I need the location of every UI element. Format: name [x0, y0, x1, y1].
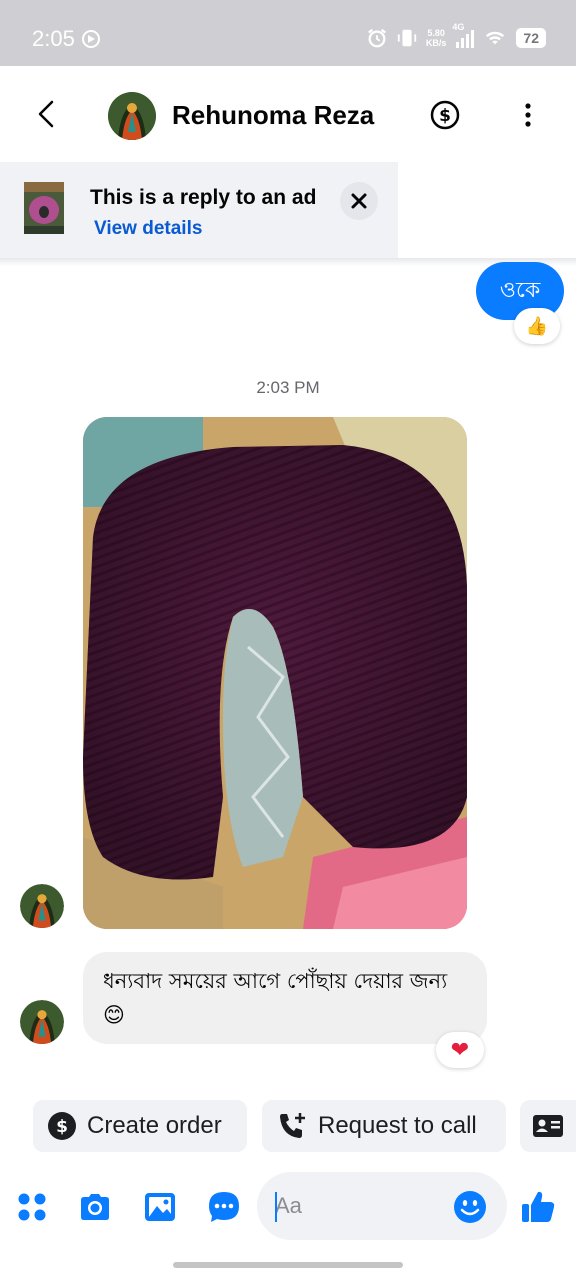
contact-card-chip[interactable]: [520, 1100, 576, 1152]
alarm-icon: [367, 28, 386, 48]
status-bar: 2:05 5.80 KB/s 4G 72: [0, 0, 576, 66]
sender-avatar[interactable]: [20, 884, 64, 928]
create-order-label: Create order: [87, 1112, 222, 1139]
battery-indicator: 72: [516, 28, 546, 48]
ad-banner-title: This is a reply to an ad: [90, 186, 317, 209]
vibrate-icon: [397, 29, 417, 47]
contact-card-icon: [533, 1115, 563, 1137]
signal: 4G: [452, 22, 476, 48]
contact-avatar[interactable]: [108, 92, 156, 140]
gesture-nav-bar[interactable]: [173, 1262, 403, 1268]
heart-reaction[interactable]: ❤: [436, 1032, 484, 1068]
banner-shadow: [0, 258, 576, 266]
svg-text:$: $: [439, 106, 451, 126]
chat-icon[interactable]: [207, 1190, 241, 1224]
like-icon[interactable]: [519, 1188, 557, 1226]
image-icon[interactable]: [143, 1190, 177, 1224]
contact-name[interactable]: Rehunoma Reza: [172, 100, 374, 131]
incoming-message-bubble[interactable]: ধন্যবাদ সময়ের আগে পোঁছায় দেয়ার জন্য 😊: [83, 952, 487, 1044]
emoji-icon[interactable]: [453, 1190, 487, 1224]
heart-icon: ❤: [450, 1037, 470, 1063]
message-timestamp: 2:03 PM: [256, 378, 320, 397]
status-time: 2:05: [32, 26, 75, 51]
wifi-icon: [486, 31, 505, 45]
request-call-label: Request to call: [318, 1112, 477, 1139]
message-input[interactable]: [275, 1172, 445, 1240]
message-input-container[interactable]: [257, 1172, 507, 1240]
cast-icon: [82, 30, 100, 48]
svg-text:$: $: [56, 1117, 68, 1137]
close-icon[interactable]: [340, 182, 378, 220]
request-call-chip[interactable]: Request to call: [262, 1100, 506, 1152]
camera-icon[interactable]: [78, 1190, 112, 1224]
ad-thumbnail[interactable]: [24, 182, 64, 234]
sender-avatar[interactable]: [20, 1000, 64, 1044]
thumbs-up-reaction[interactable]: 👍: [514, 308, 560, 344]
dollar-icon[interactable]: $: [430, 100, 460, 130]
status-icons: 5.80 KB/s 4G 72: [366, 22, 546, 52]
dollar-icon: $: [48, 1112, 76, 1140]
photo-message[interactable]: [83, 417, 467, 929]
phone-plus-icon: [280, 1113, 305, 1138]
more-icon[interactable]: [518, 102, 538, 128]
net-speed: 5.80 KB/s: [425, 28, 447, 48]
back-icon[interactable]: [32, 98, 60, 130]
ad-reply-banner: This is a reply to an ad View details: [0, 162, 398, 258]
create-order-chip[interactable]: $ Create order: [33, 1100, 247, 1152]
conversation-header: Rehunoma Reza $: [0, 66, 576, 162]
menu-dots-icon[interactable]: [15, 1190, 49, 1224]
view-details-link[interactable]: View details: [94, 218, 202, 240]
text-cursor: [275, 1192, 277, 1222]
